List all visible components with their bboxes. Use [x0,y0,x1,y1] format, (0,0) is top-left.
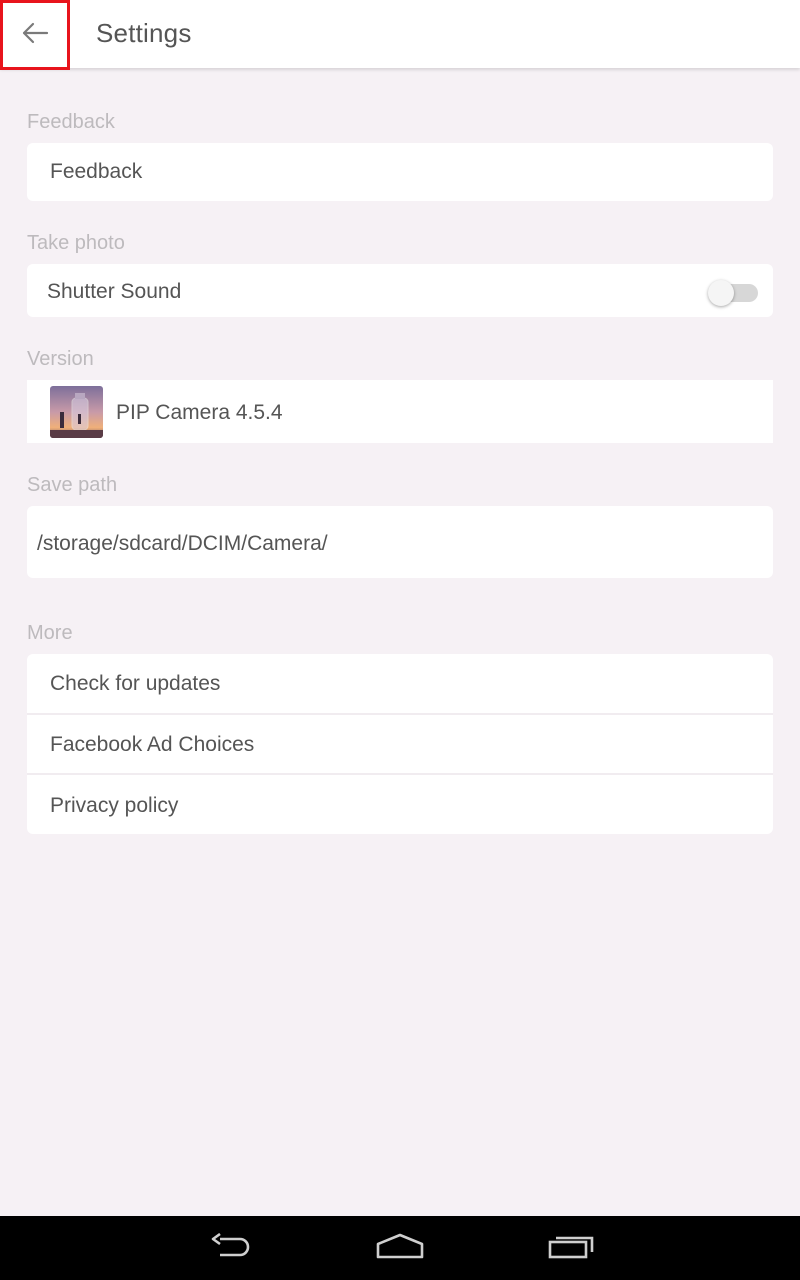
recent-apps-icon [547,1232,595,1265]
privacy-policy-label: Privacy policy [50,794,179,817]
feedback-item-label: Feedback [50,160,143,183]
section-label-feedback: Feedback [27,111,115,133]
app-version-text: PIP Camera 4.5.4 [116,401,283,424]
version-row: PIP Camera 4.5.4 [27,380,773,443]
shutter-sound-label: Shutter Sound [47,280,182,303]
app-icon [50,386,103,438]
nav-recent-apps-button[interactable] [541,1230,601,1266]
shutter-sound-row: Shutter Sound [27,264,773,317]
save-path-value: /storage/sdcard/DCIM/Camera/ [37,532,328,555]
feedback-item[interactable]: Feedback [27,143,773,201]
shutter-sound-toggle[interactable] [708,280,758,306]
back-icon [206,1232,254,1264]
facebook-ad-choices-label: Facebook Ad Choices [50,733,255,756]
nav-back-button[interactable] [200,1230,260,1266]
check-for-updates-label: Check for updates [50,672,221,695]
save-path-row[interactable]: /storage/sdcard/DCIM/Camera/ [27,506,773,578]
nav-home-button[interactable] [370,1230,430,1266]
settings-screen: Settings Feedback Feedback Take photo Sh… [0,0,800,1280]
more-list: Check for updates Facebook Ad Choices Pr… [27,654,773,834]
section-label-save-path: Save path [27,474,118,496]
page-title: Settings [96,18,192,48]
toggle-thumb [708,280,734,306]
back-button[interactable] [0,0,70,70]
check-for-updates-item[interactable]: Check for updates [27,654,773,713]
arrow-left-icon [20,21,50,50]
navigation-bar [0,1216,800,1280]
app-bar: Settings [0,0,800,70]
facebook-ad-choices-item[interactable]: Facebook Ad Choices [27,715,773,773]
section-label-version: Version [27,348,94,370]
section-label-take-photo: Take photo [27,232,125,254]
home-icon [374,1232,426,1265]
privacy-policy-item[interactable]: Privacy policy [27,775,773,834]
section-label-more: More [27,622,73,644]
